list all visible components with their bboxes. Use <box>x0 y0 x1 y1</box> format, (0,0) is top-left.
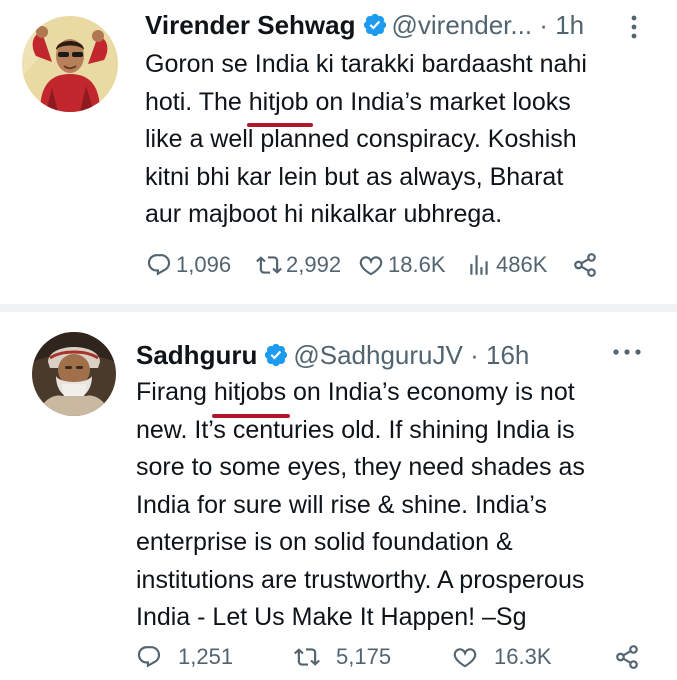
tweet-actions: 1,096 2,992 18.6K 486K <box>0 252 677 284</box>
tweet-text-line: kitni bhi kar lein but as always, Bharat <box>145 162 564 191</box>
like-count: 16.3K <box>494 644 552 669</box>
tweet-text-line: India for sure will rise & shine. India’… <box>136 490 547 519</box>
underlined-word-hitjobs: hitjobs <box>211 374 291 417</box>
views-count: 486K <box>496 252 548 277</box>
author-name[interactable]: Virender Sehwag <box>145 10 356 40</box>
share-icon <box>572 252 602 278</box>
repost-button[interactable]: 5,175 <box>294 644 391 670</box>
tweet-actions: 1,251 5,175 16.3K <box>0 644 677 676</box>
tweet-text: Firang hitjobs on India’s economy is not… <box>136 374 656 637</box>
separator-dot: · <box>470 340 479 370</box>
tweet-header: Virender Sehwag @virender... · 1h <box>145 10 584 40</box>
share-button[interactable] <box>572 252 602 278</box>
tweet-separator <box>0 304 677 312</box>
share-icon <box>614 644 644 670</box>
timestamp[interactable]: 16h <box>486 340 529 370</box>
repost-count: 2,992 <box>286 252 342 277</box>
tweet-sadhguru[interactable]: Sadhguru @SadhguruJV · 16h Firang hitjobs… <box>0 318 677 680</box>
reply-button[interactable]: 1,251 <box>136 644 233 670</box>
timestamp[interactable]: 1h <box>555 10 584 40</box>
verified-badge-icon <box>263 342 289 368</box>
reply-count: 1,251 <box>178 644 234 669</box>
separator-dot: · <box>539 10 548 40</box>
views-button[interactable]: 486K <box>466 252 547 278</box>
share-button[interactable] <box>614 644 644 670</box>
avatar-sadhguru[interactable] <box>32 332 116 416</box>
views-bar-chart-icon <box>466 252 496 278</box>
tweet-text-line: Goron se India ki tarakki bardaasht nahi <box>145 50 587 78</box>
repost-icon <box>294 644 324 670</box>
more-options-icon[interactable] <box>612 348 642 356</box>
tweet-header: Sadhguru @SadhguruJV · 16h <box>136 340 529 370</box>
tweet-text-line: institutions are trustworthy. A prospero… <box>136 565 585 594</box>
author-handle[interactable]: @SadhguruJV <box>293 340 463 370</box>
reply-icon <box>146 252 176 278</box>
tweet-text-line: like a well planned conspiracy. Koshish <box>145 125 577 153</box>
repost-button[interactable]: 2,992 <box>256 252 341 278</box>
tweet-text-line: hoti. The hitjob on India’s market looks <box>145 84 665 127</box>
author-name[interactable]: Sadhguru <box>136 340 257 370</box>
heart-icon <box>452 644 482 670</box>
heart-icon <box>358 252 388 278</box>
like-button[interactable]: 16.3K <box>452 644 552 670</box>
like-count: 18.6K <box>388 252 446 277</box>
repost-icon <box>256 252 286 278</box>
tweet-text-line: aur majboot hi nikalkar ubhrega. <box>145 200 503 228</box>
like-button[interactable]: 18.6K <box>358 252 446 278</box>
underlined-word-hitjob: hitjob <box>246 84 313 127</box>
author-handle[interactable]: @virender... <box>392 10 533 40</box>
reply-icon <box>136 644 166 670</box>
verified-badge-icon <box>362 12 388 38</box>
tweet-text: Goron se India ki tarakki bardaasht nahi… <box>145 46 665 234</box>
avatar-virender-sehwag[interactable] <box>22 16 118 112</box>
tweet-text-line: enterprise is on solid foundation & <box>136 528 513 556</box>
tweet-text-line: Firang hitjobs on India’s economy is not <box>136 374 656 417</box>
tweet-sehwag[interactable]: Virender Sehwag @virender... · 1h Goron s… <box>0 0 677 298</box>
repost-count: 5,175 <box>336 644 392 669</box>
tweet-text-line: India - Let Us Make It Happen! –Sg <box>136 603 527 631</box>
avatar-image <box>32 332 116 416</box>
avatar-image <box>22 16 118 112</box>
reply-count: 1,096 <box>176 252 232 277</box>
reply-button[interactable]: 1,096 <box>146 252 231 278</box>
tweet-text-line: sore to some eyes, they need shades as <box>136 453 585 481</box>
more-options-icon[interactable] <box>630 14 638 40</box>
